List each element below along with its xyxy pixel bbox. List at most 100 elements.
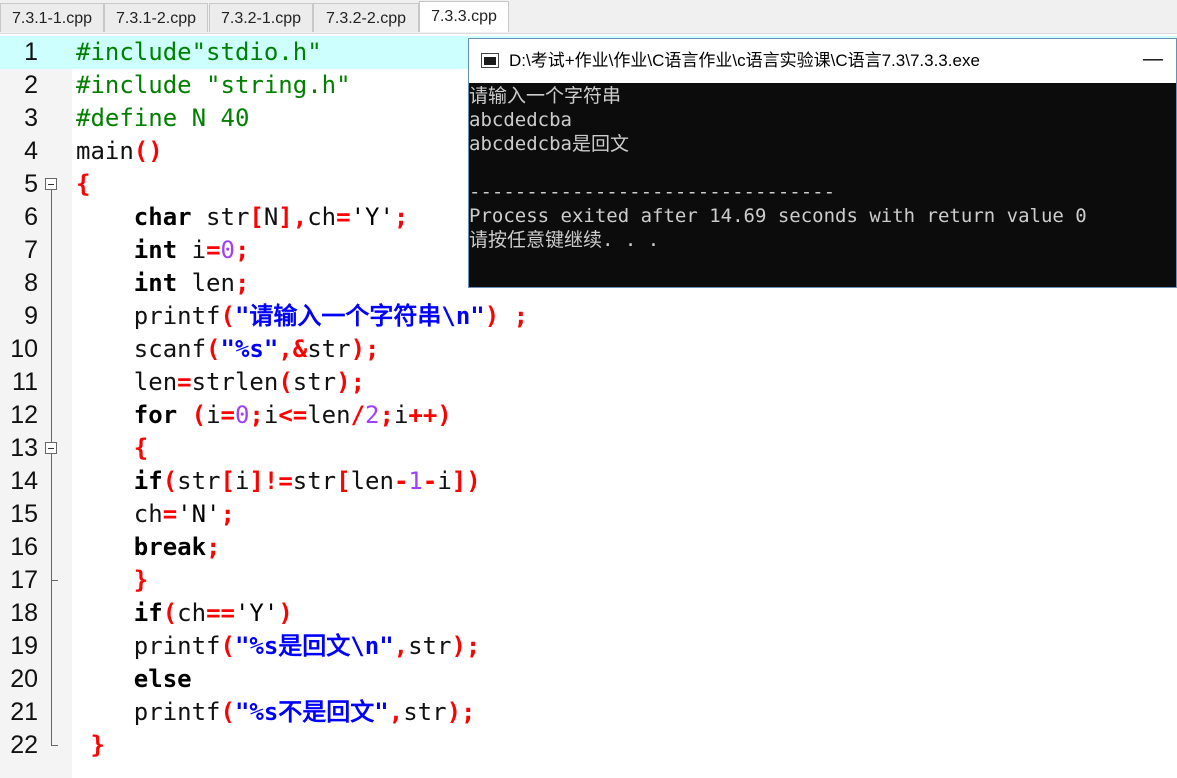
line-number: 12: [10, 401, 38, 429]
line-number: 3: [24, 104, 38, 132]
console-line: 请按任意键继续. . .: [469, 229, 660, 251]
code-token: ch: [76, 500, 163, 528]
code-line[interactable]: 11 len=strlen(str);: [0, 366, 1177, 399]
code-token: ]!=: [249, 467, 293, 495]
code-line[interactable]: 22 }: [0, 729, 1177, 762]
code-token: {: [133, 434, 149, 462]
code-token: 'Y': [234, 599, 279, 627]
code-text: printf("请输入一个字符串\n") ;: [76, 300, 528, 333]
code-token: (: [278, 368, 293, 396]
code-text: else: [76, 663, 192, 696]
code-token: ],: [278, 203, 308, 231]
code-token: str: [408, 632, 452, 660]
code-token: char: [133, 203, 192, 231]
code-token: ,&: [278, 335, 308, 363]
line-number: 18: [10, 599, 38, 627]
tab-7-3-1-2-cpp[interactable]: 7.3.1-2.cpp: [104, 3, 208, 32]
code-token: ==: [206, 599, 235, 627]
code-token: {: [76, 170, 91, 198]
code-token: printf: [76, 698, 221, 726]
code-line[interactable]: 21 printf("%s不是回文",str);: [0, 696, 1177, 729]
code-text: ch='N';: [76, 498, 235, 531]
code-text: {: [76, 168, 90, 201]
code-token: 1: [408, 467, 423, 495]
code-token: printf: [76, 302, 221, 330]
code-line[interactable]: 9 printf("请输入一个字符串\n") ;: [0, 300, 1177, 333]
tab-7-3-2-1-cpp[interactable]: 7.3.2-1.cpp: [209, 3, 313, 32]
line-number: 7: [24, 236, 38, 264]
code-token: i: [263, 401, 279, 429]
code-token: str: [403, 698, 447, 726]
tab-7-3-3-cpp[interactable]: 7.3.3.cpp: [419, 1, 509, 32]
code-token: ch: [177, 599, 207, 627]
fold-minus-icon[interactable]: [45, 442, 57, 454]
tab-7-3-1-1-cpp[interactable]: 7.3.1-1.cpp: [0, 3, 104, 32]
code-line[interactable]: 16 break;: [0, 531, 1177, 564]
line-number: 1: [24, 38, 38, 66]
minimize-button[interactable]: —: [1130, 39, 1176, 83]
code-token: ch: [307, 203, 337, 231]
code-line[interactable]: 14 if(str[i]!=str[len-1-i]): [0, 465, 1177, 498]
line-number: 22: [10, 731, 38, 759]
code-token: (: [206, 335, 221, 363]
code-token: "%s不是回文": [234, 698, 389, 726]
code-token: -: [393, 467, 409, 495]
code-token: "%s": [220, 335, 279, 363]
code-token: ;: [379, 401, 394, 429]
code-text: #define N 40: [76, 102, 249, 135]
code-token: (: [220, 698, 235, 726]
code-token: (: [191, 401, 207, 429]
console-window[interactable]: D:\考试+作业\作业\C语言作业\c语言实验课\C语言7.3\7.3.3.ex…: [468, 38, 1177, 288]
console-title-bar[interactable]: D:\考试+作业\作业\C语言作业\c语言实验课\C语言7.3\7.3.3.ex…: [469, 39, 1176, 83]
code-token: (: [220, 632, 235, 660]
code-token: ;: [234, 236, 250, 264]
fold-minus-icon[interactable]: [45, 178, 57, 190]
code-token: ++): [408, 401, 452, 429]
code-line[interactable]: 10 scanf("%s",&str);: [0, 333, 1177, 366]
fold-end-marker: [51, 580, 58, 581]
code-line[interactable]: 18 if(ch=='Y'): [0, 597, 1177, 630]
code-line[interactable]: 13 {: [0, 432, 1177, 465]
tab-7-3-2-2-cpp[interactable]: 7.3.2-2.cpp: [313, 3, 419, 32]
code-token: if: [133, 599, 163, 627]
code-token: strlen: [191, 368, 279, 396]
code-token: (: [220, 302, 235, 330]
code-text: }: [76, 729, 105, 762]
code-token: int: [133, 236, 178, 264]
line-number: 8: [24, 269, 38, 297]
code-text: char str[N],ch='Y';: [76, 201, 409, 234]
code-line[interactable]: 19 printf("%s是回文\n",str);: [0, 630, 1177, 663]
code-token: 'N': [177, 500, 221, 528]
code-token: #include"stdio.h": [76, 38, 322, 66]
console-line: abcdedcba: [469, 109, 572, 131]
code-token: /: [350, 401, 366, 429]
line-number: 6: [24, 203, 38, 231]
code-token: len: [307, 401, 351, 429]
code-token: -: [422, 467, 438, 495]
code-line[interactable]: 12 for (i=0;i<=len/2;i++): [0, 399, 1177, 432]
code-text: if(str[i]!=str[len-1-i]): [76, 465, 481, 498]
code-line[interactable]: 15 ch='N';: [0, 498, 1177, 531]
line-number: 2: [24, 71, 38, 99]
code-token: N: [263, 203, 279, 231]
code-token: }: [90, 731, 105, 759]
code-token: i: [437, 467, 452, 495]
code-token: }: [133, 566, 149, 594]
code-text: printf("%s是回文\n",str);: [76, 630, 481, 663]
code-token: );: [451, 632, 481, 660]
code-line[interactable]: 17 }: [0, 564, 1177, 597]
code-token: ]): [451, 467, 481, 495]
code-line[interactable]: 20 else: [0, 663, 1177, 696]
code-text: for (i=0;i<=len/2;i++): [76, 399, 452, 432]
code-token: ;: [206, 533, 221, 561]
code-token: (): [133, 137, 163, 165]
line-number: 14: [10, 467, 38, 495]
console-output[interactable]: 请输入一个字符串 abcdedcba abcdedcba是回文 -----------…: [469, 84, 1176, 287]
line-number: 16: [10, 533, 38, 561]
